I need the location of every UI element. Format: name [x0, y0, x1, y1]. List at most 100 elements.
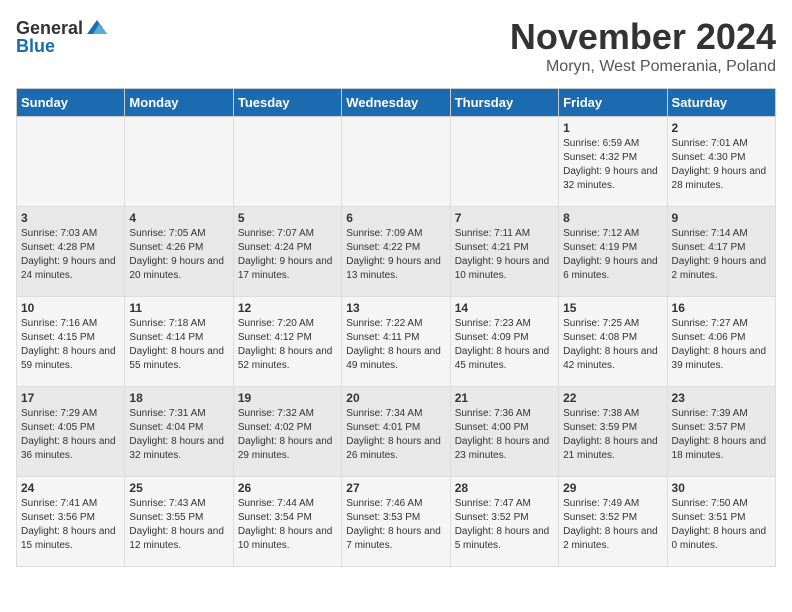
calendar-cell: 7 Sunrise: 7:11 AMSunset: 4:21 PMDaylight…: [450, 207, 558, 297]
weekday-header-sunday: Sunday: [17, 89, 125, 117]
day-info: Sunrise: 7:38 AMSunset: 3:59 PMDaylight:…: [563, 408, 658, 461]
day-info: Sunrise: 7:47 AMSunset: 3:52 PMDaylight:…: [455, 498, 550, 551]
calendar-week-row: 3 Sunrise: 7:03 AMSunset: 4:28 PMDaylight…: [17, 207, 776, 297]
calendar-cell: 19Sunrise: 7:32 AMSunset: 4:02 PMDayligh…: [233, 387, 341, 477]
calendar-cell: 20 Sunrise: 7:34 AMSunset: 4:01 PMDayligh…: [342, 387, 450, 477]
day-number: 3: [21, 211, 120, 225]
day-number: 7: [455, 211, 554, 225]
day-number: 23: [672, 391, 771, 405]
day-info: Sunrise: 7:46 AMSunset: 3:53 PMDaylight:…: [346, 498, 441, 551]
calendar-cell: 13Sunrise: 7:22 AMSunset: 4:11 PMDayligh…: [342, 297, 450, 387]
day-number: 10: [21, 301, 120, 315]
day-info: Sunrise: 7:03 AMSunset: 4:28 PMDaylight:…: [21, 228, 116, 281]
weekday-header-monday: Monday: [125, 89, 233, 117]
day-number: 29: [563, 481, 662, 495]
day-info: Sunrise: 7:09 AMSunset: 4:22 PMDaylight:…: [346, 228, 441, 281]
calendar-cell: 21 Sunrise: 7:36 AMSunset: 4:00 PMDayligh…: [450, 387, 558, 477]
calendar-cell: 6 Sunrise: 7:09 AMSunset: 4:22 PMDaylight…: [342, 207, 450, 297]
day-number: 4: [129, 211, 228, 225]
day-info: Sunrise: 7:27 AMSunset: 4:06 PMDaylight:…: [672, 318, 767, 371]
calendar-cell: 24 Sunrise: 7:41 AMSunset: 3:56 PMDayligh…: [17, 477, 125, 567]
day-info: Sunrise: 7:14 AMSunset: 4:17 PMDaylight:…: [672, 228, 767, 281]
logo-blue: Blue: [16, 36, 55, 57]
day-info: Sunrise: 7:43 AMSunset: 3:55 PMDaylight:…: [129, 498, 224, 551]
day-number: 17: [21, 391, 120, 405]
calendar-cell: [125, 117, 233, 207]
day-number: 21: [455, 391, 554, 405]
day-info: Sunrise: 7:22 AMSunset: 4:11 PMDaylight:…: [346, 318, 441, 371]
day-info: Sunrise: 7:32 AMSunset: 4:02 PMDaylight:…: [238, 408, 333, 461]
weekday-header-wednesday: Wednesday: [342, 89, 450, 117]
calendar-cell: 23 Sunrise: 7:39 AMSunset: 3:57 PMDayligh…: [667, 387, 775, 477]
month-year-title: November 2024: [510, 16, 776, 58]
day-info: Sunrise: 7:36 AMSunset: 4:00 PMDaylight:…: [455, 408, 550, 461]
page-header: General Blue November 2024 Moryn, West P…: [16, 16, 776, 76]
day-info: Sunrise: 7:05 AMSunset: 4:26 PMDaylight:…: [129, 228, 224, 281]
day-info: Sunrise: 7:25 AMSunset: 4:08 PMDaylight:…: [563, 318, 658, 371]
day-number: 14: [455, 301, 554, 315]
day-number: 18: [129, 391, 228, 405]
calendar-week-row: 1 Sunrise: 6:59 AMSunset: 4:32 PMDaylight…: [17, 117, 776, 207]
weekday-header-row: SundayMondayTuesdayWednesdayThursdayFrid…: [17, 89, 776, 117]
logo: General Blue: [16, 16, 109, 57]
calendar-cell: 27 Sunrise: 7:46 AMSunset: 3:53 PMDayligh…: [342, 477, 450, 567]
day-info: Sunrise: 7:23 AMSunset: 4:09 PMDaylight:…: [455, 318, 550, 371]
title-block: November 2024 Moryn, West Pomerania, Pol…: [510, 16, 776, 76]
day-number: 20: [346, 391, 445, 405]
day-number: 24: [21, 481, 120, 495]
day-number: 27: [346, 481, 445, 495]
calendar-cell: 3 Sunrise: 7:03 AMSunset: 4:28 PMDaylight…: [17, 207, 125, 297]
day-number: 1: [563, 121, 662, 135]
calendar-cell: 2Sunrise: 7:01 AMSunset: 4:30 PMDaylight…: [667, 117, 775, 207]
day-info: Sunrise: 7:20 AMSunset: 4:12 PMDaylight:…: [238, 318, 333, 371]
calendar-cell: 14 Sunrise: 7:23 AMSunset: 4:09 PMDayligh…: [450, 297, 558, 387]
calendar-cell: 30 Sunrise: 7:50 AMSunset: 3:51 PMDayligh…: [667, 477, 775, 567]
calendar-cell: 18Sunrise: 7:31 AMSunset: 4:04 PMDayligh…: [125, 387, 233, 477]
day-info: Sunrise: 7:44 AMSunset: 3:54 PMDaylight:…: [238, 498, 333, 551]
day-info: Sunrise: 7:01 AMSunset: 4:30 PMDaylight:…: [672, 138, 767, 191]
calendar-cell: 12 Sunrise: 7:20 AMSunset: 4:12 PMDayligh…: [233, 297, 341, 387]
calendar-cell: [233, 117, 341, 207]
day-number: 16: [672, 301, 771, 315]
calendar-cell: 22Sunrise: 7:38 AMSunset: 3:59 PMDayligh…: [559, 387, 667, 477]
calendar-cell: 25 Sunrise: 7:43 AMSunset: 3:55 PMDayligh…: [125, 477, 233, 567]
day-info: Sunrise: 7:16 AMSunset: 4:15 PMDaylight:…: [21, 318, 116, 371]
location-subtitle: Moryn, West Pomerania, Poland: [510, 58, 776, 76]
day-info: Sunrise: 7:50 AMSunset: 3:51 PMDaylight:…: [672, 498, 767, 551]
weekday-header-tuesday: Tuesday: [233, 89, 341, 117]
day-number: 25: [129, 481, 228, 495]
day-number: 12: [238, 301, 337, 315]
day-number: 15: [563, 301, 662, 315]
calendar-cell: 1 Sunrise: 6:59 AMSunset: 4:32 PMDaylight…: [559, 117, 667, 207]
day-number: 6: [346, 211, 445, 225]
calendar-cell: 10 Sunrise: 7:16 AMSunset: 4:15 PMDayligh…: [17, 297, 125, 387]
calendar-cell: 9 Sunrise: 7:14 AMSunset: 4:17 PMDaylight…: [667, 207, 775, 297]
calendar-table: SundayMondayTuesdayWednesdayThursdayFrid…: [16, 88, 776, 567]
calendar-cell: 5Sunrise: 7:07 AMSunset: 4:24 PMDaylight…: [233, 207, 341, 297]
day-info: Sunrise: 7:12 AMSunset: 4:19 PMDaylight:…: [563, 228, 658, 281]
calendar-cell: [17, 117, 125, 207]
day-info: Sunrise: 6:59 AMSunset: 4:32 PMDaylight:…: [563, 138, 658, 191]
weekday-header-thursday: Thursday: [450, 89, 558, 117]
calendar-cell: 11Sunrise: 7:18 AMSunset: 4:14 PMDayligh…: [125, 297, 233, 387]
day-number: 9: [672, 211, 771, 225]
calendar-cell: 17Sunrise: 7:29 AMSunset: 4:05 PMDayligh…: [17, 387, 125, 477]
calendar-cell: 16 Sunrise: 7:27 AMSunset: 4:06 PMDayligh…: [667, 297, 775, 387]
calendar-week-row: 10 Sunrise: 7:16 AMSunset: 4:15 PMDayligh…: [17, 297, 776, 387]
day-info: Sunrise: 7:11 AMSunset: 4:21 PMDaylight:…: [455, 228, 550, 281]
day-info: Sunrise: 7:41 AMSunset: 3:56 PMDaylight:…: [21, 498, 116, 551]
weekday-header-saturday: Saturday: [667, 89, 775, 117]
calendar-cell: 4 Sunrise: 7:05 AMSunset: 4:26 PMDaylight…: [125, 207, 233, 297]
day-info: Sunrise: 7:34 AMSunset: 4:01 PMDaylight:…: [346, 408, 441, 461]
calendar-cell: [342, 117, 450, 207]
calendar-cell: 26 Sunrise: 7:44 AMSunset: 3:54 PMDayligh…: [233, 477, 341, 567]
calendar-cell: 28 Sunrise: 7:47 AMSunset: 3:52 PMDayligh…: [450, 477, 558, 567]
day-number: 5: [238, 211, 337, 225]
day-number: 8: [563, 211, 662, 225]
day-number: 11: [129, 301, 228, 315]
day-number: 28: [455, 481, 554, 495]
day-number: 30: [672, 481, 771, 495]
calendar-cell: 15 Sunrise: 7:25 AMSunset: 4:08 PMDayligh…: [559, 297, 667, 387]
day-info: Sunrise: 7:39 AMSunset: 3:57 PMDaylight:…: [672, 408, 767, 461]
day-number: 26: [238, 481, 337, 495]
